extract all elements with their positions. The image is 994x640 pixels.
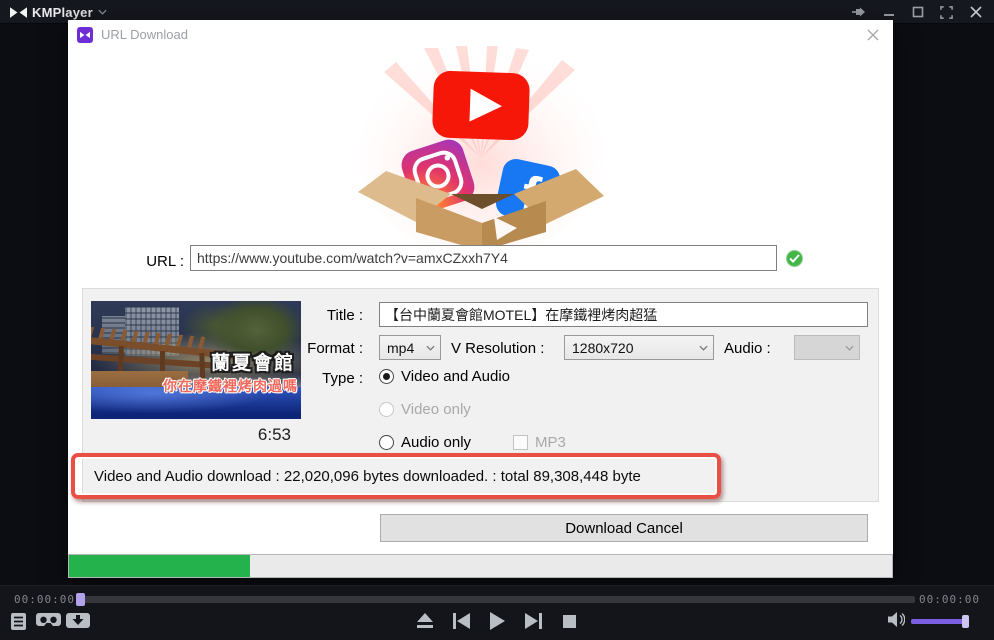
kmplayer-logo-icon [10, 6, 27, 18]
video-thumbnail: 蘭夏會館 你在摩鐵裡烤肉過嗎 [91, 301, 301, 419]
chevron-down-icon [426, 345, 435, 351]
dialog-close-button[interactable] [863, 25, 883, 45]
title-label: Title : [326, 307, 363, 324]
download-icon [66, 613, 90, 628]
volume-handle[interactable] [962, 615, 970, 628]
format-value: mp4 [387, 339, 415, 356]
mp3-checkbox [513, 435, 528, 450]
resolution-value: 1280x720 [572, 339, 634, 356]
radio-label: Video only [401, 401, 471, 418]
video-duration: 6:53 [257, 425, 291, 444]
radio-video-and-audio[interactable]: Video and Audio [379, 368, 510, 385]
vr-mode-button[interactable] [36, 613, 61, 628]
volume-button[interactable] [888, 612, 905, 627]
radio-label: Video and Audio [401, 368, 510, 385]
download-box-graphic: f [357, 46, 604, 251]
kmplayer-dialog-icon [77, 27, 93, 43]
volume-fill [911, 615, 970, 628]
stop-icon [562, 614, 576, 628]
youtube-icon [431, 70, 530, 141]
speaker-icon [888, 612, 905, 627]
resolution-label: V Resolution : [451, 340, 545, 357]
resolution-select[interactable]: 1280x720 [564, 335, 714, 360]
next-icon [524, 613, 542, 629]
dialog-title: URL Download [101, 27, 188, 42]
download-progress-bar [68, 554, 893, 578]
mp3-label: MP3 [535, 434, 566, 451]
url-download-dialog: URL Download f URL: https://www.youtube… [68, 20, 893, 578]
time-elapsed: 00:00:00 [14, 593, 75, 606]
next-button[interactable] [521, 609, 545, 633]
time-total: 00:00:00 [919, 593, 980, 606]
svg-text:f: f [515, 165, 545, 225]
radio-icon [379, 369, 394, 384]
eject-icon [417, 613, 433, 628]
seek-bar[interactable] [76, 596, 915, 603]
url-input[interactable] [190, 245, 777, 271]
play-button[interactable] [485, 609, 509, 633]
chevron-down-icon [98, 9, 107, 15]
pin-icon [852, 7, 865, 17]
url-label: URL : [146, 253, 184, 270]
close-icon [969, 6, 982, 18]
eject-button[interactable] [413, 609, 437, 633]
close-window-button[interactable] [961, 0, 990, 24]
rays [383, 46, 575, 158]
format-label: Format : [307, 340, 363, 357]
radio-icon [379, 402, 394, 417]
title-input[interactable] [379, 302, 868, 327]
vr-goggles-icon [36, 613, 61, 626]
fullscreen-icon [940, 5, 953, 19]
audio-label: Audio : [724, 340, 771, 357]
radio-label: Audio only [401, 434, 472, 451]
chevron-down-icon [699, 345, 708, 351]
dialog-header: URL Download [68, 20, 893, 48]
video-info-panel: 蘭夏會館 你在摩鐵裡烤肉過嗎 6:53 Title : Format : mp4… [82, 288, 879, 502]
download-progress-fill [69, 555, 251, 577]
instagram-icon [401, 139, 474, 213]
thumbnail-subtitle-text: 你在摩鐵裡烤肉過嗎 [163, 378, 298, 394]
download-cancel-label: Download Cancel [565, 519, 683, 537]
close-icon [867, 29, 879, 41]
volume-slider[interactable] [911, 615, 970, 628]
radio-audio-only[interactable]: Audio only [379, 434, 471, 451]
radio-video-only: Video only [379, 401, 471, 418]
seek-handle[interactable] [76, 593, 85, 606]
kmplayer-window: KMPlayer URL Download f URL: https://ww… [0, 0, 994, 640]
player-control-bar: 00:00:00 00:00:00 [0, 585, 994, 640]
app-title: KMPlayer [32, 4, 93, 20]
download-cancel-button[interactable]: Download Cancel [380, 514, 868, 542]
fullscreen-button[interactable] [932, 0, 961, 24]
previous-icon [452, 613, 470, 629]
play-icon [489, 612, 505, 630]
type-label: Type : [322, 370, 363, 387]
stop-button[interactable] [557, 609, 581, 633]
url-valid-check-icon [786, 250, 803, 267]
audio-select [794, 335, 860, 360]
facebook-icon: f [495, 159, 560, 226]
chevron-down-icon [845, 345, 854, 351]
previous-button[interactable] [449, 609, 473, 633]
cardboard-box [357, 169, 604, 251]
download-status-text: Video and Audio download : 22,020,096 by… [94, 468, 641, 485]
radio-icon [379, 435, 394, 450]
format-select[interactable]: mp4 [379, 335, 441, 360]
playlist-icon [11, 613, 26, 630]
url-download-button[interactable] [66, 613, 90, 628]
maximize-icon [912, 6, 923, 18]
maximize-button[interactable] [903, 0, 932, 24]
mp3-checkbox-row: MP3 [513, 434, 566, 451]
minimize-icon [883, 14, 894, 16]
playlist-button[interactable] [11, 613, 26, 630]
